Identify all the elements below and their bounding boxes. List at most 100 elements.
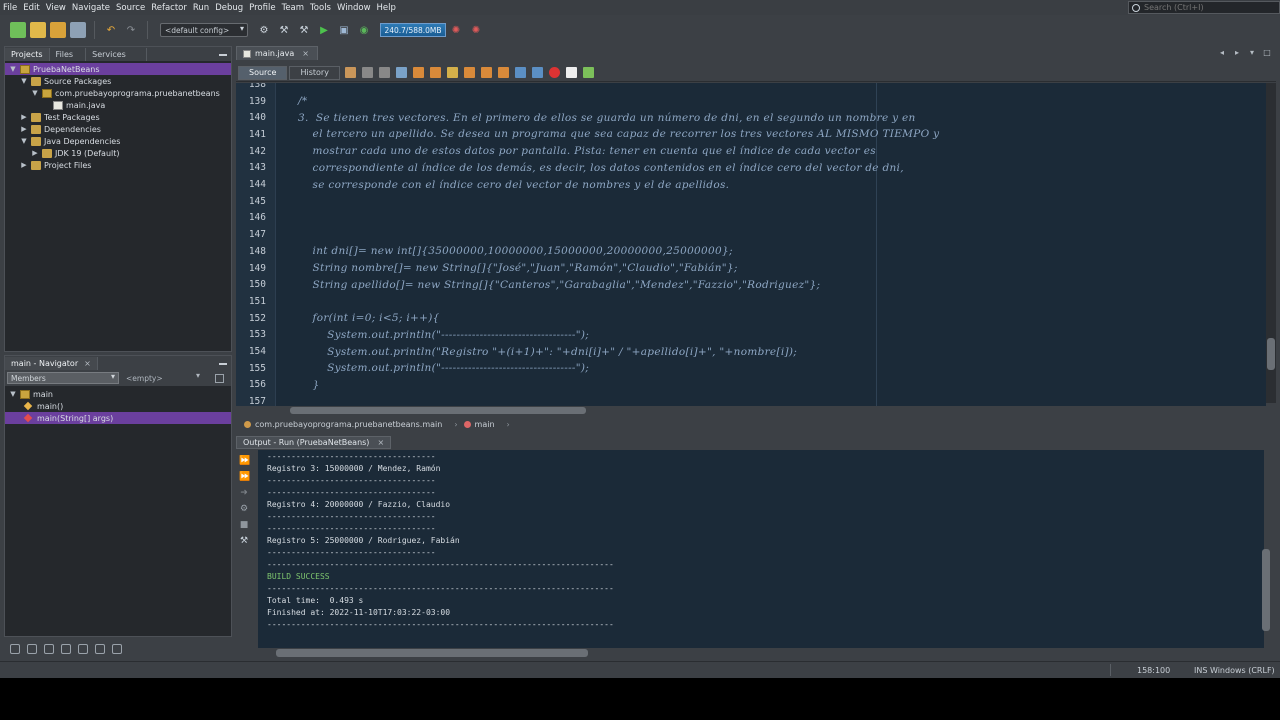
menu-run[interactable]: Run bbox=[190, 3, 212, 13]
tab-files[interactable]: Files bbox=[50, 48, 87, 61]
filter-fields-icon[interactable] bbox=[10, 644, 20, 654]
settings-icon[interactable]: ⚙ bbox=[239, 504, 249, 514]
tab-navigator[interactable]: main - Navigator × bbox=[5, 357, 98, 370]
collapsed-icon[interactable]: ▶ bbox=[20, 125, 28, 133]
tab-services[interactable]: Services bbox=[86, 48, 147, 61]
filter-static-icon[interactable] bbox=[27, 644, 37, 654]
output-scroll-thumb[interactable] bbox=[1262, 549, 1270, 631]
breadcrumb-item[interactable]: main bbox=[463, 420, 495, 429]
toggle-bookmark-icon[interactable] bbox=[497, 67, 509, 78]
empty-select[interactable]: <empty> bbox=[123, 371, 203, 384]
project-tree-item[interactable]: ▼ PruebaNetBeans bbox=[5, 63, 231, 75]
maximize-icon[interactable]: □ bbox=[1262, 48, 1272, 58]
members-select[interactable]: Members bbox=[7, 372, 119, 384]
rerun-icon[interactable]: ⏩ bbox=[239, 456, 250, 466]
comment-icon[interactable] bbox=[582, 67, 594, 78]
close-icon[interactable]: × bbox=[377, 438, 384, 447]
expanded-icon[interactable]: ▼ bbox=[9, 390, 17, 398]
code-editor[interactable]: 138 139 /* 140 3. Se tienen tres vectores. E… bbox=[236, 83, 1266, 406]
undo-icon[interactable]: ↶ bbox=[103, 22, 119, 38]
tab-scroll-left-icon[interactable]: ◂ bbox=[1217, 48, 1227, 58]
shift-left-icon[interactable] bbox=[514, 67, 526, 78]
project-tree-item[interactable]: ▶ Test Packages bbox=[5, 111, 231, 123]
filter-nonpublic-icon[interactable] bbox=[44, 644, 54, 654]
tab-history[interactable]: History bbox=[289, 65, 340, 80]
project-tree-item[interactable]: ▶ Dependencies bbox=[5, 123, 231, 135]
menu-team[interactable]: Team bbox=[279, 3, 307, 13]
filter-settings-icon[interactable] bbox=[215, 373, 224, 383]
project-tree-item[interactable]: ▼ Source Packages bbox=[5, 75, 231, 87]
open-project-icon[interactable] bbox=[50, 22, 66, 38]
prev-bookmark-icon[interactable] bbox=[463, 67, 475, 78]
expanded-icon[interactable]: ▼ bbox=[31, 89, 39, 97]
editor-horizontal-scrollbar[interactable] bbox=[290, 407, 586, 414]
close-icon[interactable]: × bbox=[84, 359, 91, 368]
minimize-icon[interactable] bbox=[219, 50, 227, 56]
project-tree-item[interactable]: ▶ Project Files bbox=[5, 159, 231, 171]
output-horizontal-scrollbar[interactable] bbox=[276, 649, 588, 657]
tab-scroll-right-icon[interactable]: ▸ bbox=[1232, 48, 1242, 58]
configuration-select[interactable]: <default config> bbox=[160, 23, 248, 37]
next-bookmark-icon[interactable] bbox=[480, 67, 492, 78]
expanded-icon[interactable]: ▼ bbox=[20, 137, 28, 145]
menu-navigate[interactable]: Navigate bbox=[69, 3, 113, 13]
menu-debug[interactable]: Debug bbox=[212, 3, 246, 13]
menu-view[interactable]: View bbox=[43, 3, 69, 13]
menu-window[interactable]: Window bbox=[334, 3, 374, 13]
navigator-item[interactable]: main() bbox=[5, 400, 231, 412]
rerun-goals-icon[interactable]: ⏩ bbox=[239, 472, 250, 482]
search-input[interactable] bbox=[1144, 3, 1274, 12]
menu-refactor[interactable]: Refactor bbox=[148, 3, 190, 13]
build-icon[interactable]: ⚒ bbox=[239, 536, 249, 546]
tab-source[interactable]: Source bbox=[238, 65, 288, 80]
menu-profile[interactable]: Profile bbox=[246, 3, 278, 13]
breadcrumb-item[interactable]: com.pruebayoprograma.pruebanetbeans.main bbox=[244, 420, 442, 429]
tab-output[interactable]: Output - Run (PruebaNetBeans) × bbox=[236, 436, 392, 449]
sort-source-icon[interactable] bbox=[112, 644, 122, 654]
expanded-icon[interactable]: ▼ bbox=[20, 77, 28, 85]
sort-name-icon[interactable] bbox=[95, 644, 105, 654]
toggle-highlight-icon[interactable] bbox=[446, 67, 458, 78]
menu-edit[interactable]: Edit bbox=[20, 3, 42, 13]
find-prev-icon[interactable] bbox=[412, 67, 424, 78]
redo-icon[interactable]: ↷ bbox=[123, 22, 139, 38]
collapsed-icon[interactable]: ▶ bbox=[31, 149, 39, 157]
project-tree-item[interactable]: ▶ JDK 19 (Default) bbox=[5, 147, 231, 159]
filter-inherited-icon[interactable] bbox=[78, 644, 88, 654]
navigator-item[interactable]: ▼ main bbox=[5, 388, 231, 400]
shift-right-icon[interactable] bbox=[531, 67, 543, 78]
back-icon[interactable] bbox=[361, 67, 373, 78]
editor-scroll-thumb[interactable] bbox=[1267, 338, 1275, 370]
navigator-item[interactable]: main(String[] args) bbox=[5, 412, 231, 424]
output-console[interactable]: ----------------------------------- Regis… bbox=[258, 450, 1264, 648]
start-macro-icon[interactable] bbox=[548, 67, 560, 78]
menu-help[interactable]: Help bbox=[374, 3, 399, 13]
find-icon[interactable] bbox=[395, 67, 407, 78]
resume-icon[interactable]: ➜ bbox=[239, 488, 249, 498]
build-hammer-icon[interactable]: ⚒ bbox=[276, 22, 292, 38]
new-project-icon[interactable] bbox=[30, 22, 46, 38]
memory-indicator[interactable]: 240.7/588.0MB bbox=[380, 23, 446, 37]
menu-source[interactable]: Source bbox=[113, 3, 148, 13]
project-tree-item[interactable]: ▼ Java Dependencies bbox=[5, 135, 231, 147]
config-gear-icon[interactable]: ⚙ bbox=[256, 22, 272, 38]
gc-icon[interactable]: ✺ bbox=[448, 22, 464, 38]
search-box[interactable] bbox=[1128, 1, 1280, 14]
tab-list-icon[interactable]: ▾ bbox=[1247, 48, 1257, 58]
minimize-icon[interactable] bbox=[219, 359, 227, 365]
project-tree-item[interactable]: ▼ com.pruebayoprograma.pruebanetbeans bbox=[5, 87, 231, 99]
stop-icon[interactable]: ■ bbox=[239, 520, 249, 530]
close-icon[interactable]: × bbox=[302, 49, 309, 58]
stop-macro-icon[interactable] bbox=[565, 67, 577, 78]
clean-build-icon[interactable]: ⚒ bbox=[296, 22, 312, 38]
project-tree-item[interactable]: main.java bbox=[5, 99, 231, 111]
menu-file[interactable]: File bbox=[0, 3, 20, 13]
collapsed-icon[interactable]: ▶ bbox=[20, 161, 28, 169]
debug-project-icon[interactable]: ▣ bbox=[336, 22, 352, 38]
run-project-icon[interactable]: ▶ bbox=[316, 22, 332, 38]
last-edit-icon[interactable] bbox=[344, 67, 356, 78]
forward-icon[interactable] bbox=[378, 67, 390, 78]
profile-project-icon[interactable]: ◉ bbox=[356, 22, 372, 38]
new-file-icon[interactable] bbox=[10, 22, 26, 38]
menu-tools[interactable]: Tools bbox=[307, 3, 334, 13]
